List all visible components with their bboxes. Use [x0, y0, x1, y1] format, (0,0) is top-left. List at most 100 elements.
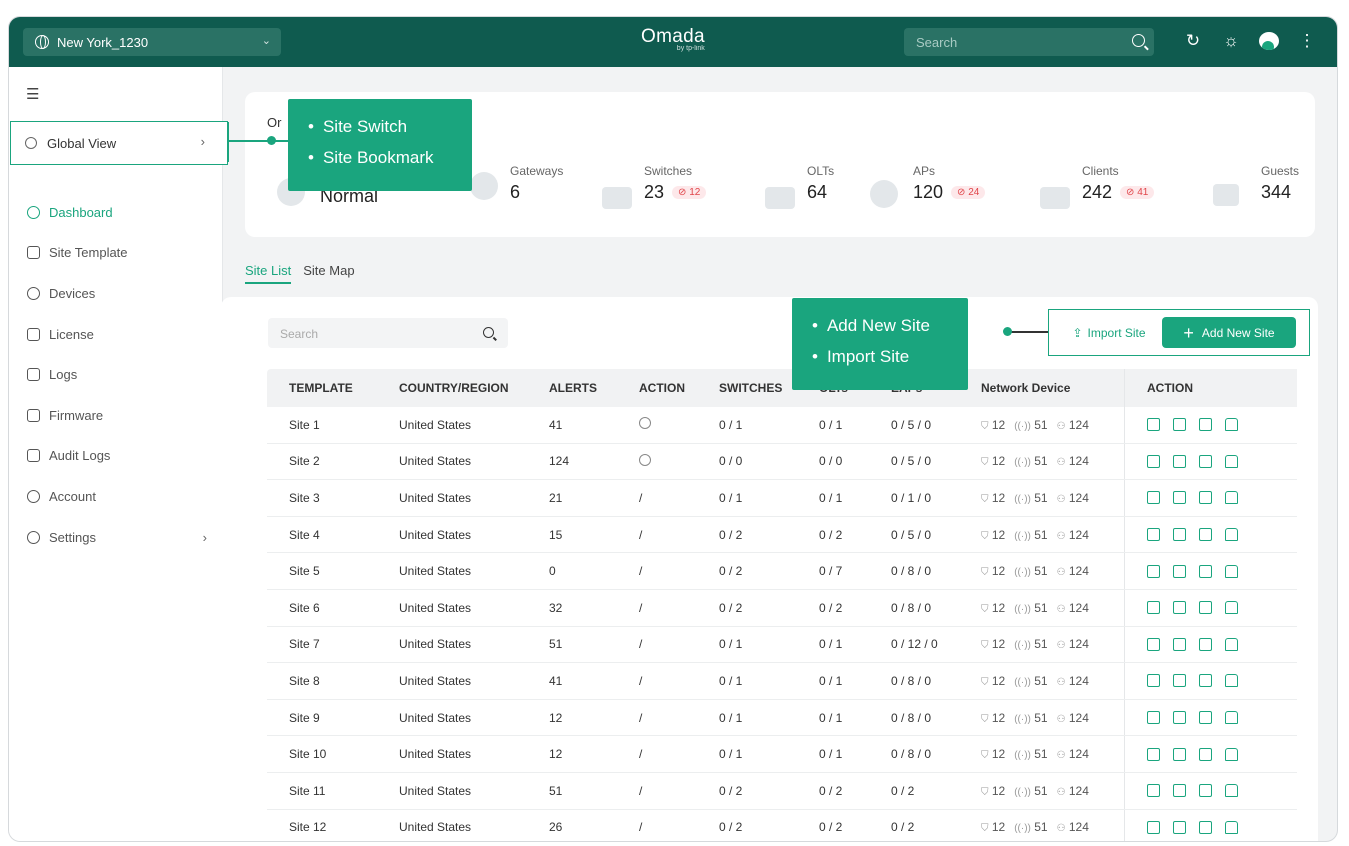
avatar[interactable] [1259, 32, 1279, 50]
edit-icon[interactable] [1147, 820, 1160, 834]
delete-icon[interactable] [1199, 637, 1212, 651]
sidebar-item-settings[interactable]: Settings › [27, 517, 207, 558]
globe-icon[interactable] [639, 417, 651, 430]
edit-icon[interactable] [1147, 711, 1160, 725]
site-home-icon[interactable] [1225, 747, 1238, 761]
delete-icon[interactable] [1199, 418, 1212, 432]
site-name-cell[interactable]: Site 1 [267, 418, 377, 432]
search-icon[interactable] [1132, 34, 1145, 47]
sidebar-item-dashboard[interactable]: Dashboard [27, 192, 207, 233]
site-name-cell[interactable]: Site 4 [267, 528, 377, 542]
delete-icon[interactable] [1199, 674, 1212, 688]
site-name-cell[interactable]: Site 3 [267, 491, 377, 505]
delete-icon[interactable] [1199, 747, 1212, 761]
delete-icon[interactable] [1199, 820, 1212, 834]
delete-icon[interactable] [1199, 564, 1212, 578]
site-home-icon[interactable] [1225, 564, 1238, 578]
site-name-cell[interactable]: Site 10 [267, 747, 377, 761]
delete-icon[interactable] [1199, 491, 1212, 505]
add-new-site-button[interactable]: + Add New Site [1162, 317, 1296, 348]
sidebar-item-license[interactable]: License [27, 314, 207, 355]
edit-icon[interactable] [1147, 418, 1160, 432]
copy-icon[interactable] [1173, 528, 1186, 542]
edit-icon[interactable] [1147, 564, 1160, 578]
sidebar-item-account[interactable]: Account [27, 476, 207, 517]
copy-icon[interactable] [1173, 674, 1186, 688]
copy-icon[interactable] [1173, 454, 1186, 468]
copy-icon[interactable] [1173, 820, 1186, 834]
copy-icon[interactable] [1173, 784, 1186, 798]
site-search-input[interactable]: Search [268, 318, 508, 348]
site-name-cell[interactable]: Site 7 [267, 637, 377, 651]
sidebar-item-audit-logs[interactable]: Audit Logs [27, 436, 207, 477]
table-row[interactable]: Site 11 United States 51 / 0 / 2 0 / 2 0… [267, 772, 1297, 810]
edit-icon[interactable] [1147, 454, 1160, 468]
site-home-icon[interactable] [1225, 820, 1238, 834]
table-row[interactable]: Site 6 United States 32 / 0 / 2 0 / 2 0 … [267, 589, 1297, 627]
stat-olts[interactable]: OLTs 64 [807, 164, 834, 203]
copy-icon[interactable] [1173, 637, 1186, 651]
copy-icon[interactable] [1173, 747, 1186, 761]
edit-icon[interactable] [1147, 637, 1160, 651]
site-name-cell[interactable]: Site 6 [267, 601, 377, 615]
sidebar-item-firmware[interactable]: Firmware [27, 395, 207, 436]
site-name-cell[interactable]: Site 12 [267, 820, 377, 834]
stat-guests[interactable]: Guests 344 [1261, 164, 1299, 203]
copy-icon[interactable] [1173, 711, 1186, 725]
tab-site-map[interactable]: Site Map [303, 263, 354, 284]
delete-icon[interactable] [1199, 528, 1212, 542]
site-home-icon[interactable] [1225, 784, 1238, 798]
sidebar-item-devices[interactable]: Devices [27, 273, 207, 314]
stat-aps[interactable]: APs 120 ⊘ 24 [913, 164, 986, 203]
delete-icon[interactable] [1199, 601, 1212, 615]
edit-icon[interactable] [1147, 601, 1160, 615]
site-selector[interactable]: New York_1230 ⌄ [23, 28, 281, 56]
stat-gateways[interactable]: Gateways 6 [510, 164, 563, 203]
table-row[interactable]: Site 5 United States 0 / 0 / 2 0 / 7 0 /… [267, 553, 1297, 590]
import-site-button[interactable]: ⇪ Import Site [1059, 318, 1159, 348]
site-home-icon[interactable] [1225, 418, 1238, 432]
sidebar-item-logs[interactable]: Logs [27, 354, 207, 395]
edit-icon[interactable] [1147, 784, 1160, 798]
site-name-cell[interactable]: Site 9 [267, 711, 377, 725]
search-icon[interactable] [483, 327, 494, 338]
edit-icon[interactable] [1147, 528, 1160, 542]
stat-clients[interactable]: Clients 242 ⊘ 41 [1082, 164, 1155, 203]
table-row[interactable]: Site 12 United States 26 / 0 / 2 0 / 2 0… [267, 809, 1297, 841]
delete-icon[interactable] [1199, 454, 1212, 468]
table-row[interactable]: Site 7 United States 51 / 0 / 1 0 / 1 0 … [267, 626, 1297, 664]
table-row[interactable]: Site 10 United States 12 / 0 / 1 0 / 1 0… [267, 736, 1297, 773]
table-row[interactable]: Site 9 United States 12 / 0 / 1 0 / 1 0 … [267, 699, 1297, 737]
sidebar-item-site-template[interactable]: Site Template [27, 233, 207, 274]
more-menu-icon[interactable]: ⋮ [1297, 30, 1317, 52]
delete-icon[interactable] [1199, 784, 1212, 798]
site-name-cell[interactable]: Site 5 [267, 564, 377, 578]
edit-icon[interactable] [1147, 491, 1160, 505]
stat-switches[interactable]: Switches 23 ⊘ 12 [644, 164, 707, 203]
table-row[interactable]: Site 4 United States 15 / 0 / 2 0 / 2 0 … [267, 516, 1297, 554]
site-home-icon[interactable] [1225, 674, 1238, 688]
site-home-icon[interactable] [1225, 454, 1238, 468]
tab-site-list[interactable]: Site List [245, 263, 292, 284]
global-view-selector[interactable]: Global View › [10, 121, 228, 165]
site-home-icon[interactable] [1225, 711, 1238, 725]
site-home-icon[interactable] [1225, 637, 1238, 651]
theme-sun-icon[interactable]: ☼ [1221, 30, 1241, 52]
site-home-icon[interactable] [1225, 491, 1238, 505]
site-home-icon[interactable] [1225, 601, 1238, 615]
collapse-sidebar-icon[interactable]: ☰ [26, 85, 39, 103]
copy-icon[interactable] [1173, 564, 1186, 578]
site-name-cell[interactable]: Site 11 [267, 784, 377, 798]
copy-icon[interactable] [1173, 418, 1186, 432]
copy-icon[interactable] [1173, 601, 1186, 615]
global-search-input[interactable]: Search [904, 28, 1154, 56]
refresh-icon[interactable]: ↻ [1183, 30, 1203, 52]
table-row[interactable]: Site 1 United States 41 0 / 1 0 / 1 0 / … [267, 407, 1297, 444]
site-name-cell[interactable]: Site 2 [267, 454, 377, 468]
site-home-icon[interactable] [1225, 528, 1238, 542]
edit-icon[interactable] [1147, 674, 1160, 688]
delete-icon[interactable] [1199, 711, 1212, 725]
site-name-cell[interactable]: Site 8 [267, 674, 377, 688]
copy-icon[interactable] [1173, 491, 1186, 505]
table-row[interactable]: Site 2 United States 124 0 / 0 0 / 0 0 /… [267, 443, 1297, 481]
